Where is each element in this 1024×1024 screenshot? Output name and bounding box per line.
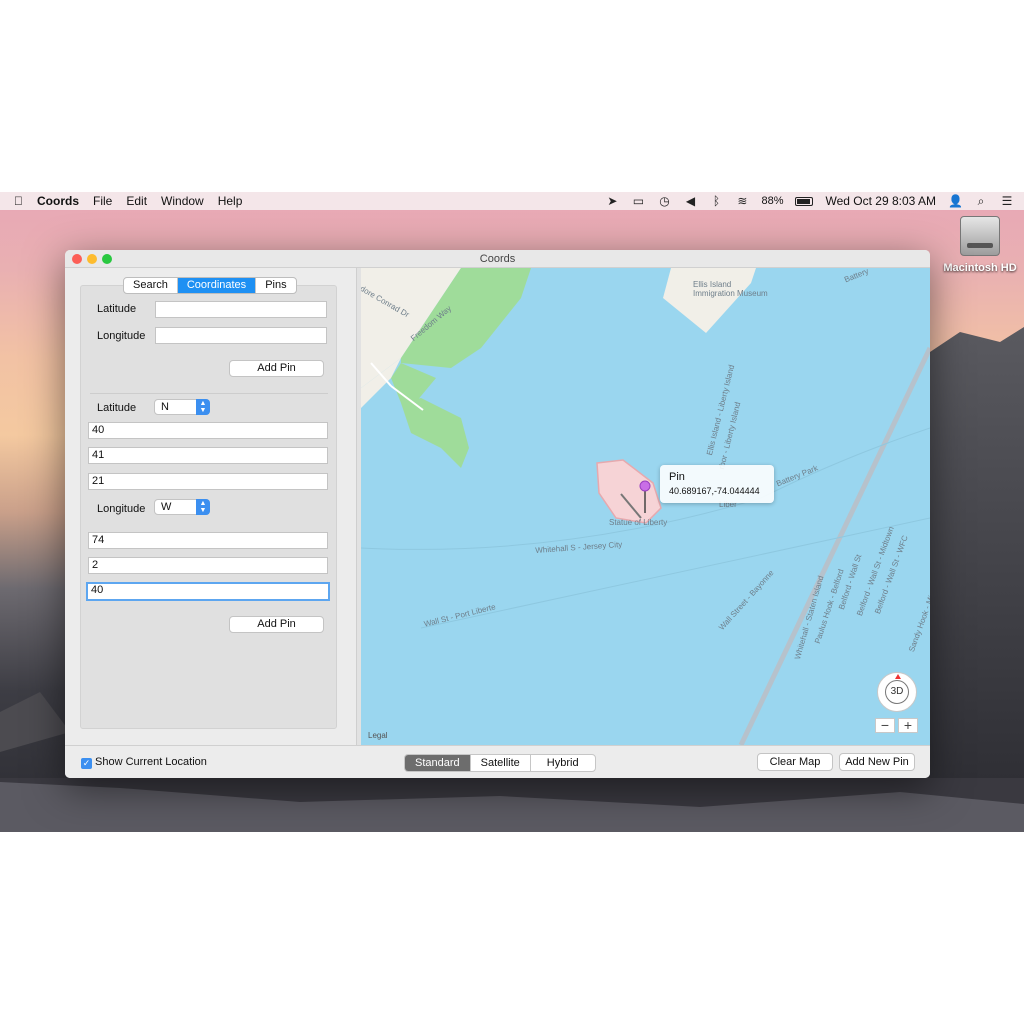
latitude-seconds-field[interactable]: 21 — [88, 473, 328, 490]
spotlight-search-icon[interactable]: ⌕ — [974, 194, 988, 209]
latitude-hemisphere-select[interactable]: N ▲ ▼ — [154, 399, 210, 415]
time-machine-icon[interactable]: ◷ — [657, 194, 671, 208]
window-title: Coords — [479, 253, 516, 265]
wifi-icon[interactable]: ≋ — [735, 194, 749, 208]
map-label-immigration: Immigration Museum — [693, 289, 768, 298]
show-location-label[interactable]: Show Current Location — [95, 756, 207, 768]
hd-label: Macintosh HD — [943, 262, 1017, 274]
map-type-satellite[interactable]: Satellite — [471, 755, 531, 771]
latitude-degrees-field[interactable]: 40 — [88, 422, 328, 439]
title-bar[interactable]: Coords — [65, 250, 930, 268]
latitude-minutes-field[interactable]: 41 — [88, 447, 328, 464]
map-pin-icon[interactable] — [639, 480, 651, 492]
add-pin-button-dms[interactable]: Add Pin — [229, 616, 324, 633]
section-divider — [90, 393, 328, 394]
dms-latitude-label: Latitude — [97, 402, 137, 414]
north-arrow-icon — [895, 674, 901, 679]
chevron-updown-icon: ▲ ▼ — [196, 499, 210, 515]
chevron-updown-icon: ▲ ▼ — [196, 399, 210, 415]
decimal-latitude-label: Latitude — [97, 303, 137, 315]
menu-bar:  Coords File Edit Window Help ➤ ▭ ◷ ◀ ᛒ… — [0, 192, 1024, 210]
bluetooth-icon[interactable]: ᛒ — [709, 194, 723, 208]
map-type-standard[interactable]: Standard — [405, 755, 471, 771]
map-park-lower — [401, 398, 469, 468]
zoom-button[interactable] — [102, 254, 112, 264]
tab-content: Latitude Longitude Add Pin Latitude N ▲ ▼… — [80, 285, 337, 729]
decimal-longitude-field[interactable] — [155, 327, 327, 344]
show-location-checkbox[interactable]: ✓ — [81, 758, 92, 769]
coords-window: Coords Search Coordinates Pins Latitude … — [65, 250, 930, 778]
map-graphics — [361, 268, 930, 745]
menu-edit[interactable]: Edit — [126, 194, 147, 208]
add-new-pin-button[interactable]: Add New Pin — [839, 753, 915, 771]
battery-icon[interactable] — [795, 196, 814, 206]
3d-toggle[interactable]: 3D — [885, 680, 909, 704]
latitude-hemisphere-value: N — [161, 401, 169, 413]
longitude-degrees-field[interactable]: 74 — [88, 532, 328, 549]
pin-callout[interactable]: Pin 40.689167,-74.044444 — [660, 465, 774, 503]
desktop:  Coords File Edit Window Help ➤ ▭ ◷ ◀ ᛒ… — [0, 192, 1024, 832]
longitude-minutes-field[interactable]: 2 — [88, 557, 328, 574]
macintosh-hd-desktop-icon[interactable]: Macintosh HD — [940, 216, 1020, 274]
apple-logo-icon[interactable]:  — [14, 194, 23, 208]
zoom-in-button[interactable]: + — [898, 718, 918, 733]
sidebar-panel: Search Coordinates Pins Latitude Longitu… — [65, 268, 357, 745]
add-pin-button-decimal[interactable]: Add Pin — [229, 360, 324, 377]
airplay-icon[interactable]: ▭ — [631, 194, 645, 208]
map-label-statue: Statue of Liberty — [609, 518, 668, 527]
pin-callout-coords: 40.689167,-74.044444 — [669, 486, 760, 496]
longitude-hemisphere-select[interactable]: W ▲ ▼ — [154, 499, 210, 515]
minimize-button[interactable] — [87, 254, 97, 264]
compass-3d-control[interactable]: 3D — [877, 672, 917, 712]
dms-longitude-label: Longitude — [97, 503, 146, 515]
menu-window[interactable]: Window — [161, 194, 204, 208]
map-type-segmented-control: Standard Satellite Hybrid — [404, 754, 596, 772]
decimal-longitude-label: Longitude — [97, 330, 146, 342]
zoom-out-button[interactable]: − — [875, 718, 895, 733]
volume-icon[interactable]: ◀ — [683, 194, 697, 208]
location-arrow-icon[interactable]: ➤ — [605, 194, 619, 208]
map-view[interactable]: Ellis Island Immigration Museum Statue o… — [361, 268, 930, 745]
clock[interactable]: Wed Oct 29 8:03 AM — [825, 194, 936, 208]
tab-search[interactable]: Search — [124, 278, 178, 293]
map-label-ellis: Ellis Island — [693, 280, 732, 289]
longitude-hemisphere-value: W — [161, 501, 172, 513]
legal-link[interactable]: Legal — [368, 731, 388, 740]
menu-file[interactable]: File — [93, 194, 112, 208]
bottom-toolbar: ✓ Show Current Location Standard Satelli… — [65, 745, 930, 778]
user-icon[interactable]: 👤 — [948, 194, 963, 208]
map-ellis-island — [663, 268, 756, 333]
clear-map-button[interactable]: Clear Map — [757, 753, 833, 771]
map-liberty-island — [596, 459, 662, 524]
hard-drive-icon — [960, 216, 1000, 256]
notification-center-icon[interactable]: ☰ — [1000, 194, 1014, 208]
map-type-hybrid[interactable]: Hybrid — [531, 755, 595, 771]
panel-tabs: Search Coordinates Pins — [123, 277, 297, 294]
battery-percent: 88% — [761, 195, 784, 207]
menu-help[interactable]: Help — [218, 194, 243, 208]
longitude-seconds-field[interactable]: 40 — [86, 582, 330, 601]
menu-app-name[interactable]: Coords — [37, 194, 79, 208]
tab-coordinates[interactable]: Coordinates — [177, 278, 257, 293]
pin-callout-title: Pin — [669, 471, 685, 483]
close-button[interactable] — [72, 254, 82, 264]
tab-pins[interactable]: Pins — [256, 278, 295, 293]
decimal-latitude-field[interactable] — [155, 301, 327, 318]
